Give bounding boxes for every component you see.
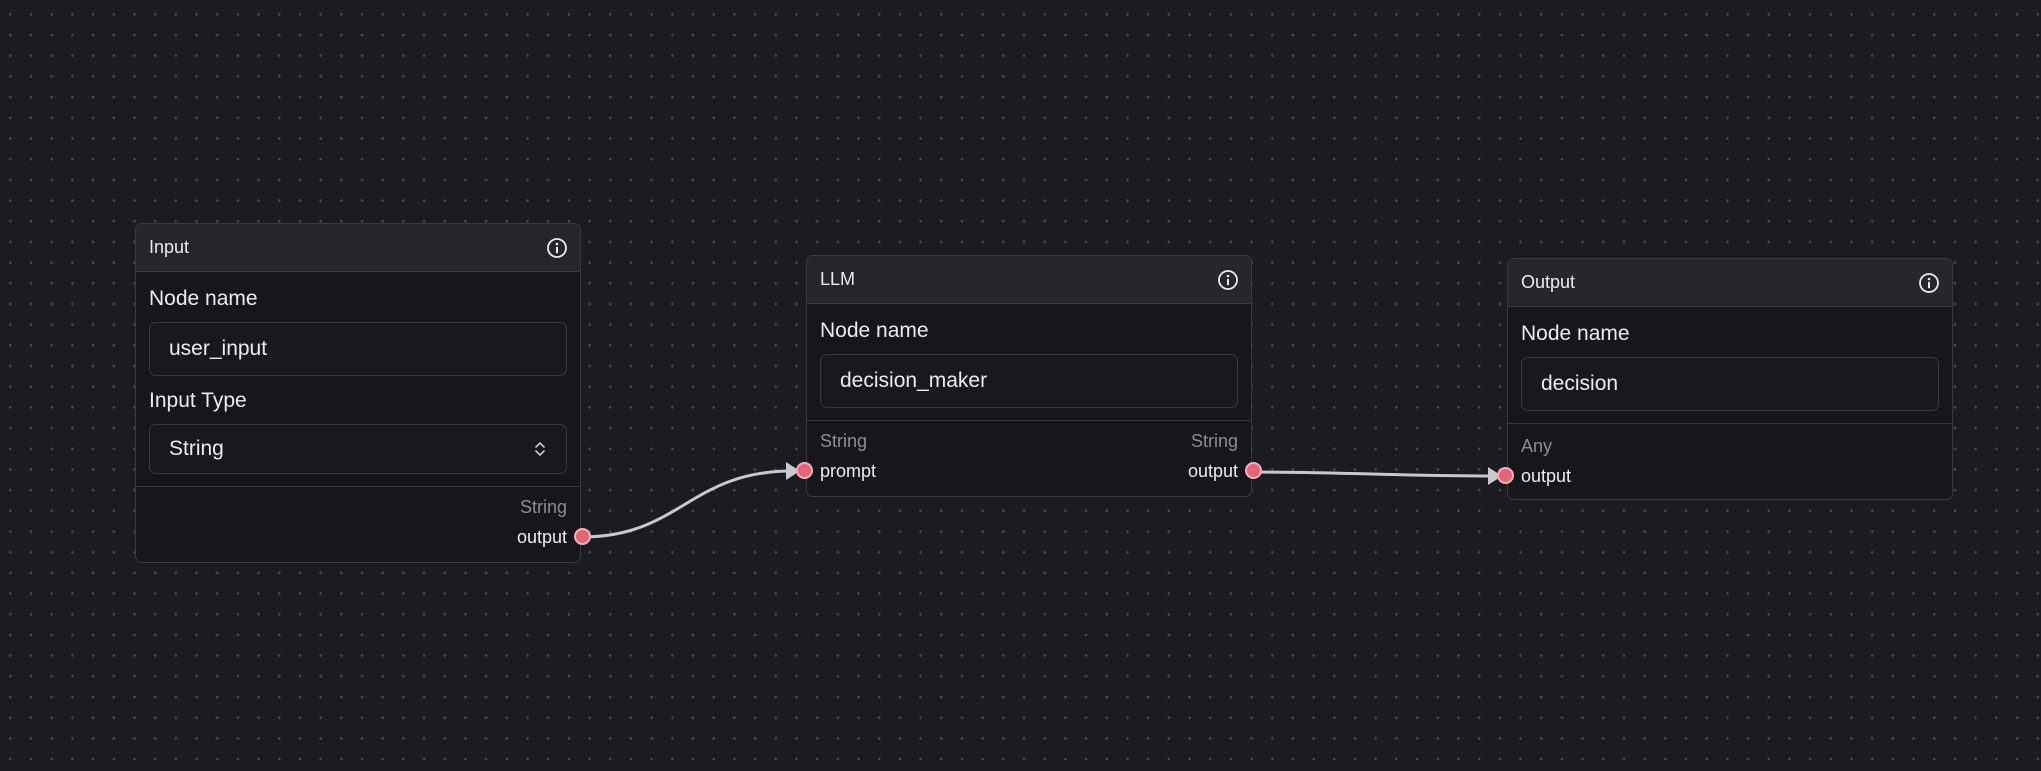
node-header[interactable]: Input bbox=[136, 224, 580, 272]
output-port-label: output bbox=[1187, 461, 1238, 481]
output-handle[interactable] bbox=[1245, 462, 1262, 479]
output-type-label: String bbox=[1190, 431, 1238, 451]
node-name-label: Node name bbox=[149, 287, 258, 310]
node-name-label: Node name bbox=[820, 319, 929, 342]
ports-section: Any output bbox=[1497, 423, 1952, 499]
info-icon[interactable] bbox=[1918, 272, 1940, 294]
chevrons-up-down-icon bbox=[535, 442, 545, 456]
node-title: Output bbox=[1521, 272, 1576, 292]
ports-section: String output bbox=[136, 486, 591, 564]
input-node[interactable]: Input Node name user_input Input Type St… bbox=[135, 223, 591, 564]
prompt-port-label: prompt bbox=[820, 461, 877, 481]
input-type-label: Any bbox=[1521, 436, 1553, 456]
llm-node[interactable]: LLM Node name decision_maker String prom… bbox=[796, 255, 1262, 497]
node-name-input[interactable]: user_input bbox=[149, 322, 567, 376]
node-name-input[interactable]: decision bbox=[1521, 357, 1939, 411]
info-icon[interactable] bbox=[1217, 269, 1239, 291]
output-port-label: output bbox=[1521, 466, 1572, 486]
node-header[interactable]: LLM bbox=[807, 256, 1251, 304]
info-icon[interactable] bbox=[546, 237, 568, 259]
output-port-label: output bbox=[516, 527, 567, 547]
input-type-value: String bbox=[169, 437, 224, 460]
ports-section: String prompt String output bbox=[796, 420, 1262, 496]
prompt-handle[interactable] bbox=[796, 462, 813, 479]
node-header[interactable]: Output bbox=[1508, 259, 1952, 307]
input-type-label: Input Type bbox=[149, 389, 247, 412]
node-name-label: Node name bbox=[1521, 322, 1630, 345]
node-name-input[interactable]: decision_maker bbox=[820, 354, 1238, 408]
output-node[interactable]: Output Node name decision Any output bbox=[1497, 258, 1953, 500]
input-handle[interactable] bbox=[1497, 467, 1514, 484]
input-type-label: String bbox=[820, 431, 868, 451]
node-title: LLM bbox=[820, 269, 856, 289]
output-type-label: String bbox=[519, 497, 567, 517]
input-type-select[interactable]: String bbox=[149, 424, 567, 474]
node-title: Input bbox=[149, 237, 190, 257]
output-handle[interactable] bbox=[574, 528, 591, 545]
